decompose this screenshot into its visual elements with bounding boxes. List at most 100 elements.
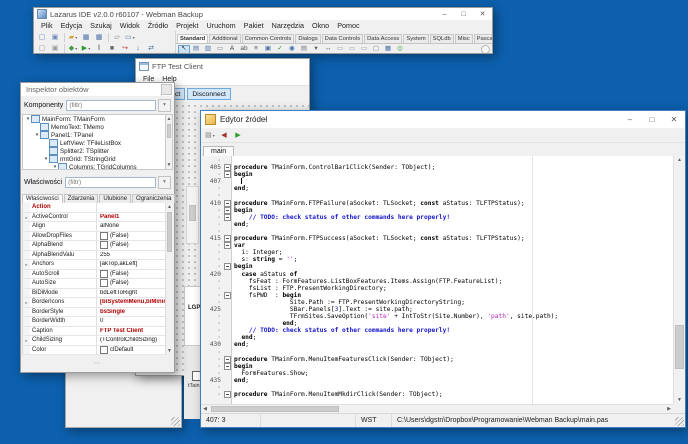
inspector-tab-zdarzenia[interactable]: Zdarzenia (63, 194, 99, 203)
menu-item-edycja[interactable]: Edycja (57, 21, 87, 30)
components-filter-input[interactable] (66, 99, 156, 111)
component-tradiobutton[interactable]: ◉ (286, 45, 298, 54)
checkbox-icon[interactable] (100, 279, 108, 288)
property-value[interactable]: (TControlChildSizing) (97, 337, 167, 343)
property-row-activecontrol[interactable]: ▸ ActiveControl Panel1 (23, 212, 167, 222)
menu-item-pakiet[interactable]: Pakiet (240, 21, 268, 30)
expand-icon[interactable]: ▸ (23, 336, 30, 345)
palette-tab-additional[interactable]: Additional (209, 34, 241, 43)
component-tmemo[interactable]: ≡ (250, 45, 262, 54)
expand-icon[interactable]: ▸ (23, 298, 30, 307)
property-grid-scrollbar[interactable]: ▲ ▼ (165, 203, 173, 355)
ide-titlebar[interactable]: Lazarus IDE v2.0.0 r60107 - Webman Backu… (34, 8, 492, 20)
component-tcheckgroup[interactable]: ▭ (358, 45, 370, 54)
forward-button[interactable]: ▶ (232, 130, 244, 141)
minimize-button[interactable]: – (619, 111, 641, 128)
component-tscrollbar[interactable]: ↔ (322, 45, 334, 54)
property-row-bordericons[interactable]: ▸BorderIcons[biSystemMenu,biMinimize,biM… (23, 298, 167, 308)
step-over-button[interactable]: ↪ (119, 44, 131, 54)
tree-item-memotext[interactable]: MemoText: TMemo (23, 123, 165, 131)
tree-item-columns[interactable]: ▾ Columns: TGridColumns (23, 163, 165, 169)
property-value[interactable]: (False) (97, 231, 167, 240)
component-tcombobox[interactable]: ▾ (310, 45, 322, 54)
menu-item-pomoc[interactable]: Pomoc (333, 21, 363, 30)
fold-toggle-icon[interactable] (224, 213, 231, 221)
property-row-color[interactable]: Color clDefault (23, 345, 167, 355)
component-tframe[interactable]: ▦ (382, 45, 394, 54)
component-tlabel[interactable]: A (226, 45, 238, 54)
component-tpanel[interactable]: ▢ (370, 45, 382, 54)
editor-vertical-scrollbar[interactable]: ▲ ▼ (673, 156, 685, 404)
property-row-allowdropfiles[interactable]: AllowDropFiles (False) (23, 231, 167, 241)
component-tmainmenu[interactable]: ▤ (190, 45, 202, 54)
menu-item-uruchom[interactable]: Uruchom (202, 21, 239, 30)
properties-filter-input[interactable] (65, 176, 156, 188)
scroll-down-icon[interactable]: ▼ (166, 161, 172, 169)
component-tcheckbox[interactable]: ✓ (274, 45, 286, 54)
object-inspector-window[interactable]: Inspektor obiektów Komponenty ▼ ▾MainFor… (20, 82, 176, 373)
property-row-caption[interactable]: Caption FTP Test Client (23, 326, 167, 336)
property-value[interactable]: 255 (97, 252, 167, 258)
expand-icon[interactable]: ▸ (23, 212, 30, 221)
palette-tab-pascal-script[interactable]: Pascal Script (473, 34, 492, 43)
property-row-borderwidth[interactable]: BorderWidth 0 (23, 317, 167, 327)
tree-scrollbar[interactable]: ▲ ▼ (165, 114, 173, 170)
palette-more-button[interactable] (481, 45, 490, 53)
property-row-autoscroll[interactable]: AutoScroll (False) (23, 269, 167, 279)
inspector-tab-ograniczenia[interactable]: Ograniczenia (132, 194, 176, 203)
toggle-form-unit-button[interactable]: ▱ (111, 33, 123, 43)
close-button[interactable]: ✕ (663, 111, 685, 128)
scroll-up-icon[interactable]: ▲ (166, 115, 172, 123)
maximize-button[interactable]: □ (641, 111, 663, 128)
scroll-thumb[interactable] (167, 124, 171, 138)
new-form-button[interactable]: ▣ (49, 33, 61, 43)
tree-item-rmtgrid[interactable]: ▾ rmtGrid: TStringGrid (23, 155, 165, 163)
tree-item-splitter2[interactable]: Splitter2: TSplitter (23, 147, 165, 155)
component-cursor[interactable]: ↖ (178, 44, 190, 53)
checkbox-icon[interactable] (100, 241, 108, 250)
property-row-childsizing[interactable]: ▸ ChildSizing (TControlChildSizing) (23, 336, 167, 346)
expand-icon[interactable]: ▸ (23, 260, 30, 269)
palette-tab-misc[interactable]: Misc (454, 34, 473, 43)
open-button[interactable]: ▰ ▾ (67, 33, 79, 43)
component-tedit[interactable]: ab (238, 45, 250, 54)
menu-item-szukaj[interactable]: Szukaj (86, 21, 116, 30)
build-mode-button[interactable]: ◆ ▾ (67, 44, 79, 54)
palette-tab-system[interactable]: System (403, 34, 429, 43)
resize-grip[interactable] (675, 417, 684, 426)
editor-horizontal-scrollbar[interactable]: ◀ ▶ (201, 404, 673, 413)
new-file-button[interactable]: ▢ (36, 44, 48, 54)
property-row-bidimode[interactable]: BiDiMode bdLeftToRight (23, 288, 167, 298)
menu-item-plik[interactable]: Plik (37, 21, 57, 30)
menu-item-narzędzia[interactable]: Narzędzia (268, 21, 308, 30)
step-into-button[interactable]: ↓ (132, 44, 144, 54)
fold-toggle-icon[interactable] (224, 263, 231, 271)
save-button[interactable]: ▦ (80, 33, 92, 43)
run-button[interactable]: ▶ ▾ (80, 44, 92, 54)
resize-grip[interactable] (171, 417, 180, 426)
property-row-borderstyle[interactable]: BorderStyle bsSingle (23, 307, 167, 317)
stop-button[interactable]: ■ (106, 44, 118, 54)
fold-toggle-icon[interactable] (224, 391, 231, 399)
component-tradiogroup[interactable]: ▭ (346, 45, 358, 54)
component-tpopupmenu[interactable]: ▥ (202, 45, 214, 54)
palette-tab-data-access[interactable]: Data Access (364, 34, 403, 43)
property-row-action[interactable]: Action (23, 203, 167, 213)
property-row-alphablend[interactable]: AlphaBlend (False) (23, 241, 167, 251)
component-tree[interactable]: ▾ MainForm: TMainForm MemoText: TMemo ▾ Pane… (22, 114, 165, 170)
property-row-align[interactable]: Align alNone (23, 222, 167, 232)
fold-toggle-icon[interactable] (224, 362, 231, 370)
property-value[interactable]: [akTop,akLeft] (97, 261, 167, 267)
component-tlistbox[interactable]: ▤ (298, 45, 310, 54)
property-value[interactable]: (False) (97, 269, 167, 278)
palette-tab-data-controls[interactable]: Data Controls (321, 34, 364, 43)
inspector-resize-handle[interactable]: ⋯ (21, 360, 174, 367)
component-tbutton[interactable]: ▭ (214, 45, 226, 54)
minimize-button[interactable]: – (435, 8, 454, 20)
property-value[interactable]: 0 (97, 318, 167, 324)
palette-tab-dialogs[interactable]: Dialogs (295, 34, 321, 43)
component-tactionlist[interactable]: ◎ (394, 45, 406, 54)
scroll-thumb[interactable] (211, 406, 339, 412)
property-value[interactable]: bsSingle (97, 309, 167, 315)
fold-toggle-icon[interactable] (224, 164, 231, 172)
